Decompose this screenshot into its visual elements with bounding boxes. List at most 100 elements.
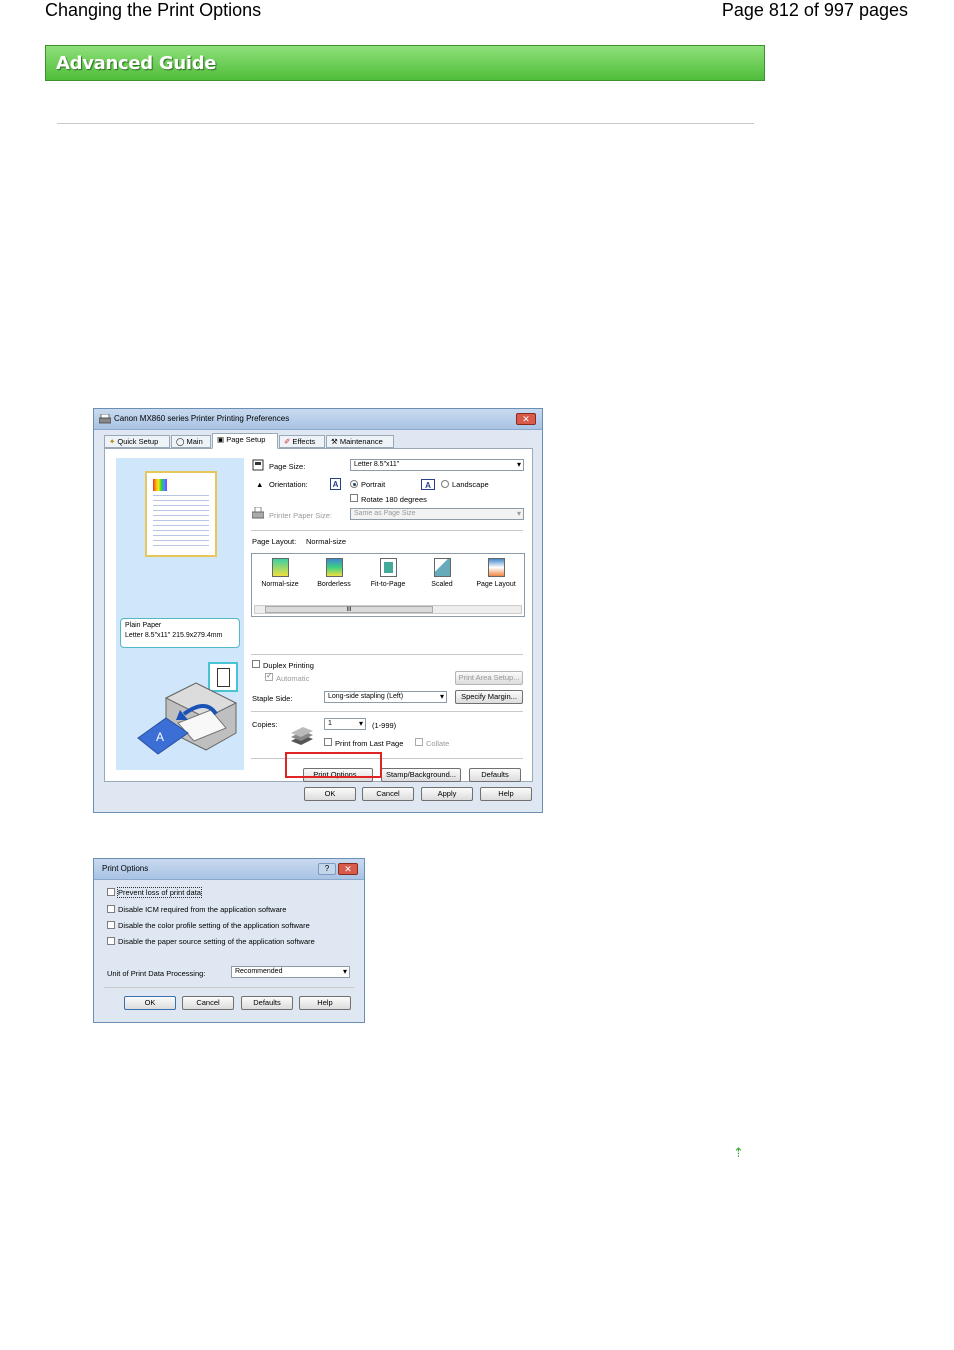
landscape-icon: A — [421, 479, 435, 490]
option-label: Disable the paper source setting of the … — [118, 937, 315, 946]
help-button[interactable]: Help — [480, 787, 532, 801]
print-options-dialog: Print Options ? ✕ Prevent loss of print … — [93, 858, 365, 1023]
stamp-background-button[interactable]: Stamp/Background... — [381, 768, 461, 782]
page-top-icon[interactable]: ⇡ — [733, 1145, 744, 1161]
tab-label: Main — [186, 437, 203, 446]
banner-label: Advanced Guide — [56, 53, 217, 74]
copies-range: (1-999) — [372, 721, 397, 730]
help-question-button[interactable]: ? — [318, 863, 336, 875]
layout-scaled[interactable]: Scaled — [417, 558, 467, 588]
tools-icon: ⚒ — [331, 437, 338, 446]
duplex-checkbox[interactable] — [252, 660, 260, 668]
automatic-checkbox[interactable] — [265, 671, 273, 681]
tab-quick-setup[interactable]: ✦ Quick Setup — [104, 435, 170, 448]
normal-size-icon — [271, 558, 289, 577]
tab-label: Page Setup — [226, 435, 266, 444]
unit-select[interactable]: Recommended — [231, 966, 350, 978]
layout-label: Page Layout — [476, 581, 516, 588]
cancel-button[interactable]: Cancel — [362, 787, 414, 801]
print-options-highlight — [285, 752, 382, 778]
option-checkbox[interactable] — [107, 905, 115, 913]
separator — [251, 711, 523, 712]
media-size: Letter 8.5"x11" 215.9x279.4mm — [125, 632, 223, 639]
separator — [251, 530, 523, 531]
printer-illustration-icon: A — [137, 682, 238, 755]
defaults-button[interactable]: Defaults — [469, 768, 521, 782]
staple-side-label: Staple Side: — [252, 694, 293, 703]
svg-text:A: A — [156, 730, 164, 744]
close-button[interactable]: ✕ — [516, 413, 536, 425]
fit-to-page-icon — [379, 558, 397, 577]
layout-scrollbar[interactable]: III — [254, 605, 522, 614]
page-size-select[interactable]: Letter 8.5"x11" — [350, 459, 524, 471]
paper-preview — [145, 471, 217, 557]
option-label: Disable ICM required from the applicatio… — [118, 905, 287, 914]
layout-fit-to-page[interactable]: Fit-to-Page — [363, 558, 413, 588]
advanced-guide-banner: Advanced Guide — [45, 45, 765, 81]
landscape-radio[interactable] — [441, 480, 449, 488]
preview-panel: Plain Paper Letter 8.5"x11" 215.9x279.4m… — [116, 458, 244, 770]
copies-stack-icon — [291, 727, 313, 745]
close-button[interactable]: ✕ — [338, 863, 358, 875]
option-checkbox[interactable] — [107, 888, 115, 896]
printer-paper-size-label: Printer Paper Size: — [269, 511, 332, 520]
ok-button[interactable]: OK — [124, 996, 176, 1010]
layout-page-layout[interactable]: Page Layout — [471, 558, 521, 588]
unit-label: Unit of Print Data Processing: — [107, 969, 206, 978]
tab-effects[interactable]: ✐ Effects — [279, 435, 325, 448]
page-setup-icon: ▣ — [217, 435, 225, 444]
staple-side-select[interactable]: Long-side stapling (Left) — [324, 691, 447, 703]
collate-label: Collate — [426, 739, 450, 748]
copies-input[interactable]: 1 — [324, 718, 366, 730]
orientation-label: Orientation: — [269, 480, 308, 489]
layout-normal-size[interactable]: Normal-size — [255, 558, 305, 588]
separator — [104, 987, 354, 988]
media-type: Plain Paper — [125, 622, 162, 629]
tab-main[interactable]: ◯ Main — [171, 435, 211, 448]
option-checkbox[interactable] — [107, 937, 115, 945]
page-setup-pane: Plain Paper Letter 8.5"x11" 215.9x279.4m… — [104, 448, 533, 782]
rotate-label: Rotate 180 degrees — [361, 495, 427, 504]
print-from-last-checkbox[interactable] — [324, 738, 332, 746]
print-area-setup-button[interactable]: Print Area Setup... — [455, 671, 523, 685]
rotate-checkbox[interactable] — [350, 494, 358, 502]
defaults-button[interactable]: Defaults — [241, 996, 293, 1010]
scroll-thumb[interactable]: III — [265, 606, 433, 613]
page-layout-list: Normal-size Borderless Fit-to-Page Scale… — [251, 553, 525, 617]
dialog-title: Canon MX860 series Printer Printing Pref… — [114, 414, 290, 423]
tab-label: Effects — [292, 437, 316, 446]
printer-icon — [99, 414, 111, 424]
duplex-label: Duplex Printing — [263, 661, 314, 670]
page-counter: Page 812 of 997 pages — [721, 0, 908, 20]
collate-checkbox[interactable] — [415, 738, 423, 746]
portrait-radio[interactable] — [350, 480, 358, 488]
brush-icon: ✐ — [284, 437, 291, 446]
help-button[interactable]: Help — [299, 996, 351, 1010]
layout-label: Fit-to-Page — [370, 581, 406, 588]
media-info-box: Plain Paper Letter 8.5"x11" 215.9x279.4m… — [120, 618, 240, 648]
apply-button[interactable]: Apply — [421, 787, 473, 801]
main-icon: ◯ — [176, 437, 185, 446]
orientation-bullet: ▲ — [256, 480, 264, 489]
layout-label: Normal-size — [261, 581, 299, 588]
page-size-icon — [252, 459, 264, 471]
layout-borderless[interactable]: Borderless — [309, 558, 359, 588]
cancel-button[interactable]: Cancel — [182, 996, 234, 1010]
tab-maintenance[interactable]: ⚒ Maintenance — [326, 435, 394, 448]
printer-paper-icon — [252, 507, 264, 519]
borderless-icon — [325, 558, 343, 577]
separator — [251, 654, 523, 655]
portrait-label: Portrait — [361, 480, 386, 489]
ok-button[interactable]: OK — [304, 787, 356, 801]
layout-label: Borderless — [317, 581, 351, 588]
copies-label: Copies: — [252, 720, 278, 729]
wand-icon: ✦ — [109, 437, 116, 446]
layout-label: Scaled — [431, 581, 453, 588]
printer-paper-size-select[interactable]: Same as Page Size — [350, 508, 524, 520]
option-checkbox[interactable] — [107, 921, 115, 929]
divider — [57, 123, 754, 124]
tab-page-setup[interactable]: ▣ Page Setup — [212, 433, 278, 449]
specify-margin-button[interactable]: Specify Margin... — [455, 690, 523, 704]
page-layout-label: Page Layout: — [252, 537, 297, 546]
landscape-label: Landscape — [452, 480, 489, 489]
